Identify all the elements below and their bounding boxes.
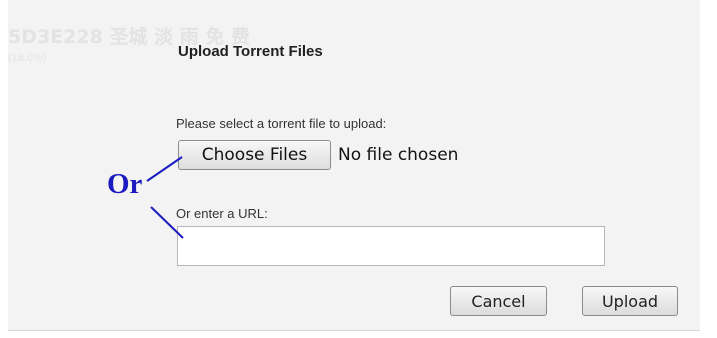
cancel-button[interactable]: Cancel <box>450 286 547 316</box>
select-file-label: Please select a torrent file to upload: <box>176 116 387 131</box>
dialog-title: Upload Torrent Files <box>178 43 323 60</box>
url-input[interactable] <box>177 226 605 266</box>
upload-dialog: 5D3E228 圣城 淡 雨 免 费 (18.0%) <box>8 0 700 331</box>
upload-button[interactable]: Upload <box>582 286 678 316</box>
file-status-text: No file chosen <box>338 145 459 165</box>
url-label: Or enter a URL: <box>176 206 268 221</box>
screenshot-stage: 5D3E228 圣城 淡 雨 免 费 (18.0%) Upload Torren… <box>0 0 717 338</box>
background-ghost-subtitle: (18.0%) <box>8 52 47 64</box>
choose-files-button[interactable]: Choose Files <box>178 140 331 170</box>
annotation-or-label: Or <box>107 168 143 200</box>
